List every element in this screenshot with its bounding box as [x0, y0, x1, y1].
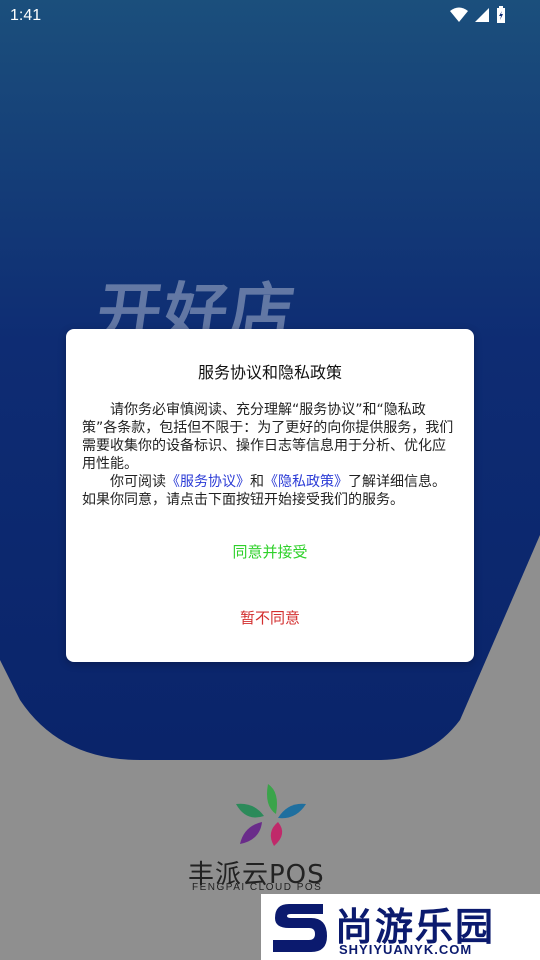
watermark-s-icon [273, 904, 327, 952]
dialog-paragraph-2: 你可阅读《服务协议》和《隐私政策》了解详细信息。如果你同意，请点击下面按钮开始接… [82, 473, 458, 509]
decline-button[interactable]: 暂不同意 [66, 603, 474, 633]
privacy-policy-link[interactable]: 《隐私政策》 [264, 474, 348, 490]
battery-icon [497, 6, 505, 23]
status-icons [450, 6, 506, 24]
agreement-dialog: 服务协议和隐私政策 请你务必审慎阅读、充分理解“服务协议”和“隐私政策”各条款，… [66, 329, 474, 662]
app-logo: 丰派云POS FENGPAI CLOUD POS [188, 782, 348, 893]
watermark: 尚游乐园 SHYIYUANYK.COM [261, 894, 540, 960]
dialog-body: 请你务必审慎阅读、充分理解“服务协议”和“隐私政策”各条款，包括但不限于：为了更… [82, 401, 458, 509]
wifi-icon [450, 7, 468, 22]
service-agreement-link[interactable]: 《服务协议》 [166, 474, 250, 490]
status-time: 1:41 [10, 7, 42, 24]
signal-icon [475, 8, 489, 22]
watermark-url: SHYIYUANYK.COM [339, 942, 473, 957]
accept-button[interactable]: 同意并接受 [66, 537, 474, 567]
logo-mark-icon [236, 784, 306, 846]
p2-mid: 和 [250, 474, 264, 490]
dialog-title: 服务协议和隐私政策 [197, 363, 342, 382]
p2-prefix: 你可阅读 [110, 474, 166, 490]
status-bar: 1:41 [0, 0, 540, 32]
dialog-paragraph-1: 请你务必审慎阅读、充分理解“服务协议”和“隐私政策”各条款，包括但不限于：为了更… [82, 402, 454, 472]
logo-subtitle: FENGPAI CLOUD POS [192, 882, 323, 893]
